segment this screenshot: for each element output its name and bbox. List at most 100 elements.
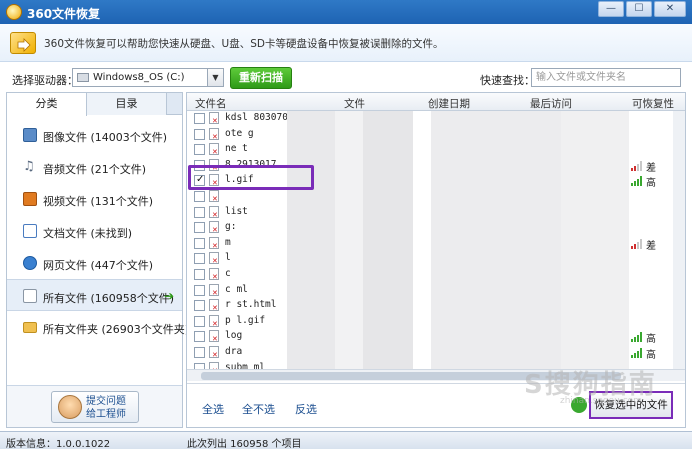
close-button[interactable]: ✕ xyxy=(654,1,686,17)
signal-bars-icon xyxy=(631,238,643,249)
category-list: 图像文件 (14003个文件) ♫ 音频文件 (21个文件) 视频文件 (131… xyxy=(7,119,189,343)
row-checkbox[interactable] xyxy=(194,113,205,124)
file-name: p l.gif xyxy=(225,314,266,326)
obscured-region xyxy=(561,111,629,369)
deleted-file-icon xyxy=(209,283,219,297)
file-name: r st.html xyxy=(225,299,277,311)
video-icon xyxy=(23,192,37,206)
search-label: 快速查找： xyxy=(480,74,535,87)
row-checkbox[interactable] xyxy=(194,253,205,265)
file-name: list xyxy=(225,205,248,217)
select-all-link[interactable]: 全选 xyxy=(202,401,224,417)
row-checkbox[interactable] xyxy=(194,190,205,202)
deleted-file-icon xyxy=(209,127,219,141)
watermark-url: zhinan.sogou.com xyxy=(560,396,642,406)
app-logo-icon xyxy=(6,4,22,20)
column-name[interactable]: 文件名 xyxy=(195,96,227,111)
rescan-button[interactable]: 重新扫描 xyxy=(230,67,292,89)
info-banner: 360文件恢复可以帮助您快速从硬盘、U盘、SD卡等硬盘设备中恢复被误删除的文件。 xyxy=(0,24,692,62)
deleted-file-icon xyxy=(209,112,219,125)
category-item-folders[interactable]: 所有文件夹 (26903个文件夹) xyxy=(7,311,189,343)
deleted-file-icon xyxy=(209,252,219,265)
deleted-file-icon xyxy=(209,314,219,328)
row-checkbox[interactable] xyxy=(194,346,205,358)
drive-label: 选择驱动器： xyxy=(12,74,78,87)
row-checkbox[interactable] xyxy=(194,331,205,343)
contact-engineer-button[interactable]: 提交问题 给工程师 xyxy=(51,391,139,423)
deleted-file-icon xyxy=(209,236,219,250)
file-name: c xyxy=(225,267,231,279)
category-item-web[interactable]: 网页文件 (447个文件) xyxy=(7,247,182,279)
recoverability-label: 高 xyxy=(646,349,656,361)
recoverability-label: 高 xyxy=(646,178,656,190)
tab-bar: 分类 目录 xyxy=(7,93,182,116)
file-name: log xyxy=(225,330,243,342)
category-label: 所有文件 (160958个文件) xyxy=(43,292,175,305)
minimize-button[interactable]: — xyxy=(598,1,624,17)
row-checkbox[interactable] xyxy=(194,128,205,140)
row-checkbox[interactable] xyxy=(194,222,205,234)
category-item-audio[interactable]: ♫ 音频文件 (21个文件) xyxy=(7,151,182,183)
invert-selection-link[interactable]: 反选 xyxy=(295,401,317,417)
row-checkbox[interactable] xyxy=(194,300,205,312)
search-input[interactable] xyxy=(531,68,681,87)
maximize-button[interactable]: ☐ xyxy=(626,1,652,17)
row-checkbox[interactable] xyxy=(194,268,205,280)
category-item-all-files[interactable]: 所有文件 (160958个文件) ➔ xyxy=(7,279,182,311)
deleted-file-icon xyxy=(209,205,219,219)
category-item-documents[interactable]: 文档文件 (未找到) xyxy=(7,215,182,247)
select-none-link[interactable]: 全不选 xyxy=(242,401,275,417)
column-recoverable[interactable]: 可恢复性 xyxy=(632,96,674,111)
image-icon xyxy=(23,128,37,142)
deleted-file-icon xyxy=(209,299,219,312)
category-item-video[interactable]: 视频文件 (131个文件) xyxy=(7,183,182,215)
document-icon xyxy=(23,224,37,238)
file-name: ote g xyxy=(225,127,254,139)
recover-arrow-icon xyxy=(10,32,36,54)
category-panel: 分类 目录 图像文件 (14003个文件) ♫ 音频文件 (21个文件) 视频文… xyxy=(6,92,189,428)
row-checkbox[interactable] xyxy=(194,144,205,156)
title-bar: 360文件恢复 — ☐ ✕ xyxy=(0,0,692,24)
signal-bars-icon xyxy=(631,160,643,171)
row-checkbox[interactable] xyxy=(194,237,205,249)
column-created[interactable]: 创建日期 xyxy=(428,96,470,111)
row-checkbox[interactable] xyxy=(194,206,205,218)
obscured-region xyxy=(335,111,363,369)
category-item-images[interactable]: 图像文件 (14003个文件) xyxy=(7,119,182,151)
file-name: c ml xyxy=(225,283,248,295)
drive-select[interactable]: Windows8_OS (C:) ▼ xyxy=(72,68,224,87)
category-label: 视频文件 (131个文件) xyxy=(43,195,154,208)
deleted-file-icon xyxy=(209,330,219,343)
support-area: 提交问题 给工程师 xyxy=(7,385,182,427)
vertical-scrollbar[interactable] xyxy=(673,111,685,369)
support-line-2: 给工程师 xyxy=(86,409,126,420)
status-bar: 版本信息：1.0.0.1022 此次列出 160958 个项目 xyxy=(0,431,692,449)
listed-count: 此次列出 160958 个项目 xyxy=(187,439,302,449)
category-label: 网页文件 (447个文件) xyxy=(43,259,154,272)
tab-directory[interactable]: 目录 xyxy=(87,93,167,115)
file-name: m xyxy=(225,236,231,248)
row-checkbox[interactable] xyxy=(194,284,205,296)
category-label: 图像文件 (14003个文件) xyxy=(43,131,168,144)
tab-category[interactable]: 分类 xyxy=(7,93,87,116)
column-header: 文件名 文件 创建日期 最后访问 可恢复性 xyxy=(187,93,685,111)
signal-bars-icon xyxy=(631,347,643,358)
column-type[interactable]: 文件 xyxy=(344,96,365,111)
file-name: dra xyxy=(225,345,243,357)
music-icon: ♫ xyxy=(23,159,35,174)
chevron-down-icon[interactable]: ▼ xyxy=(207,69,223,86)
deleted-file-icon xyxy=(209,143,219,156)
column-accessed[interactable]: 最后访问 xyxy=(530,96,572,111)
arrow-right-icon: ➔ xyxy=(164,289,175,303)
banner-text: 360文件恢复可以帮助您快速从硬盘、U盘、SD卡等硬盘设备中恢复被误删除的文件。 xyxy=(44,38,444,50)
obscured-region xyxy=(363,111,413,369)
row-checkbox[interactable] xyxy=(194,315,205,327)
recoverability-label: 差 xyxy=(646,162,656,174)
window-title: 360文件恢复 xyxy=(27,7,101,21)
file-name: l xyxy=(225,252,231,264)
category-label: 所有文件夹 (26903个文件夹) xyxy=(43,323,190,336)
signal-bars-icon xyxy=(631,176,643,187)
obscured-region xyxy=(287,111,335,369)
support-line-1: 提交问题 xyxy=(86,396,126,407)
file-name: g: xyxy=(225,221,237,233)
